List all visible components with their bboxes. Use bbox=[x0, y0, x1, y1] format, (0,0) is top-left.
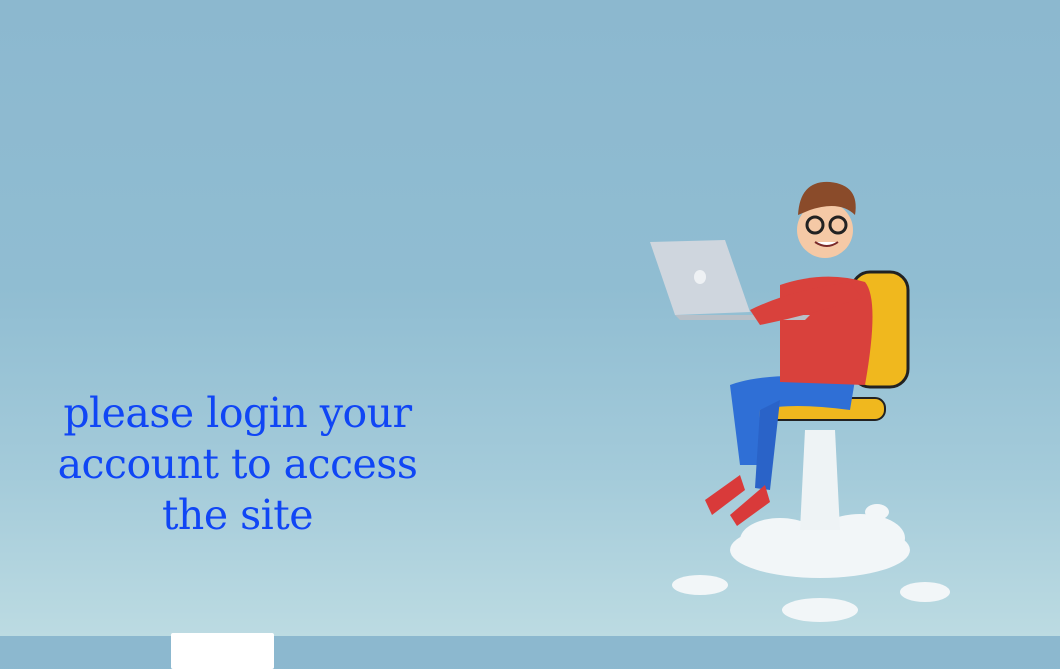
rocket-trail bbox=[800, 430, 840, 530]
illustration-image bbox=[650, 181, 950, 622]
login-button[interactable] bbox=[171, 633, 274, 669]
login-prompt-heading: please login your account to access the … bbox=[57, 389, 418, 539]
